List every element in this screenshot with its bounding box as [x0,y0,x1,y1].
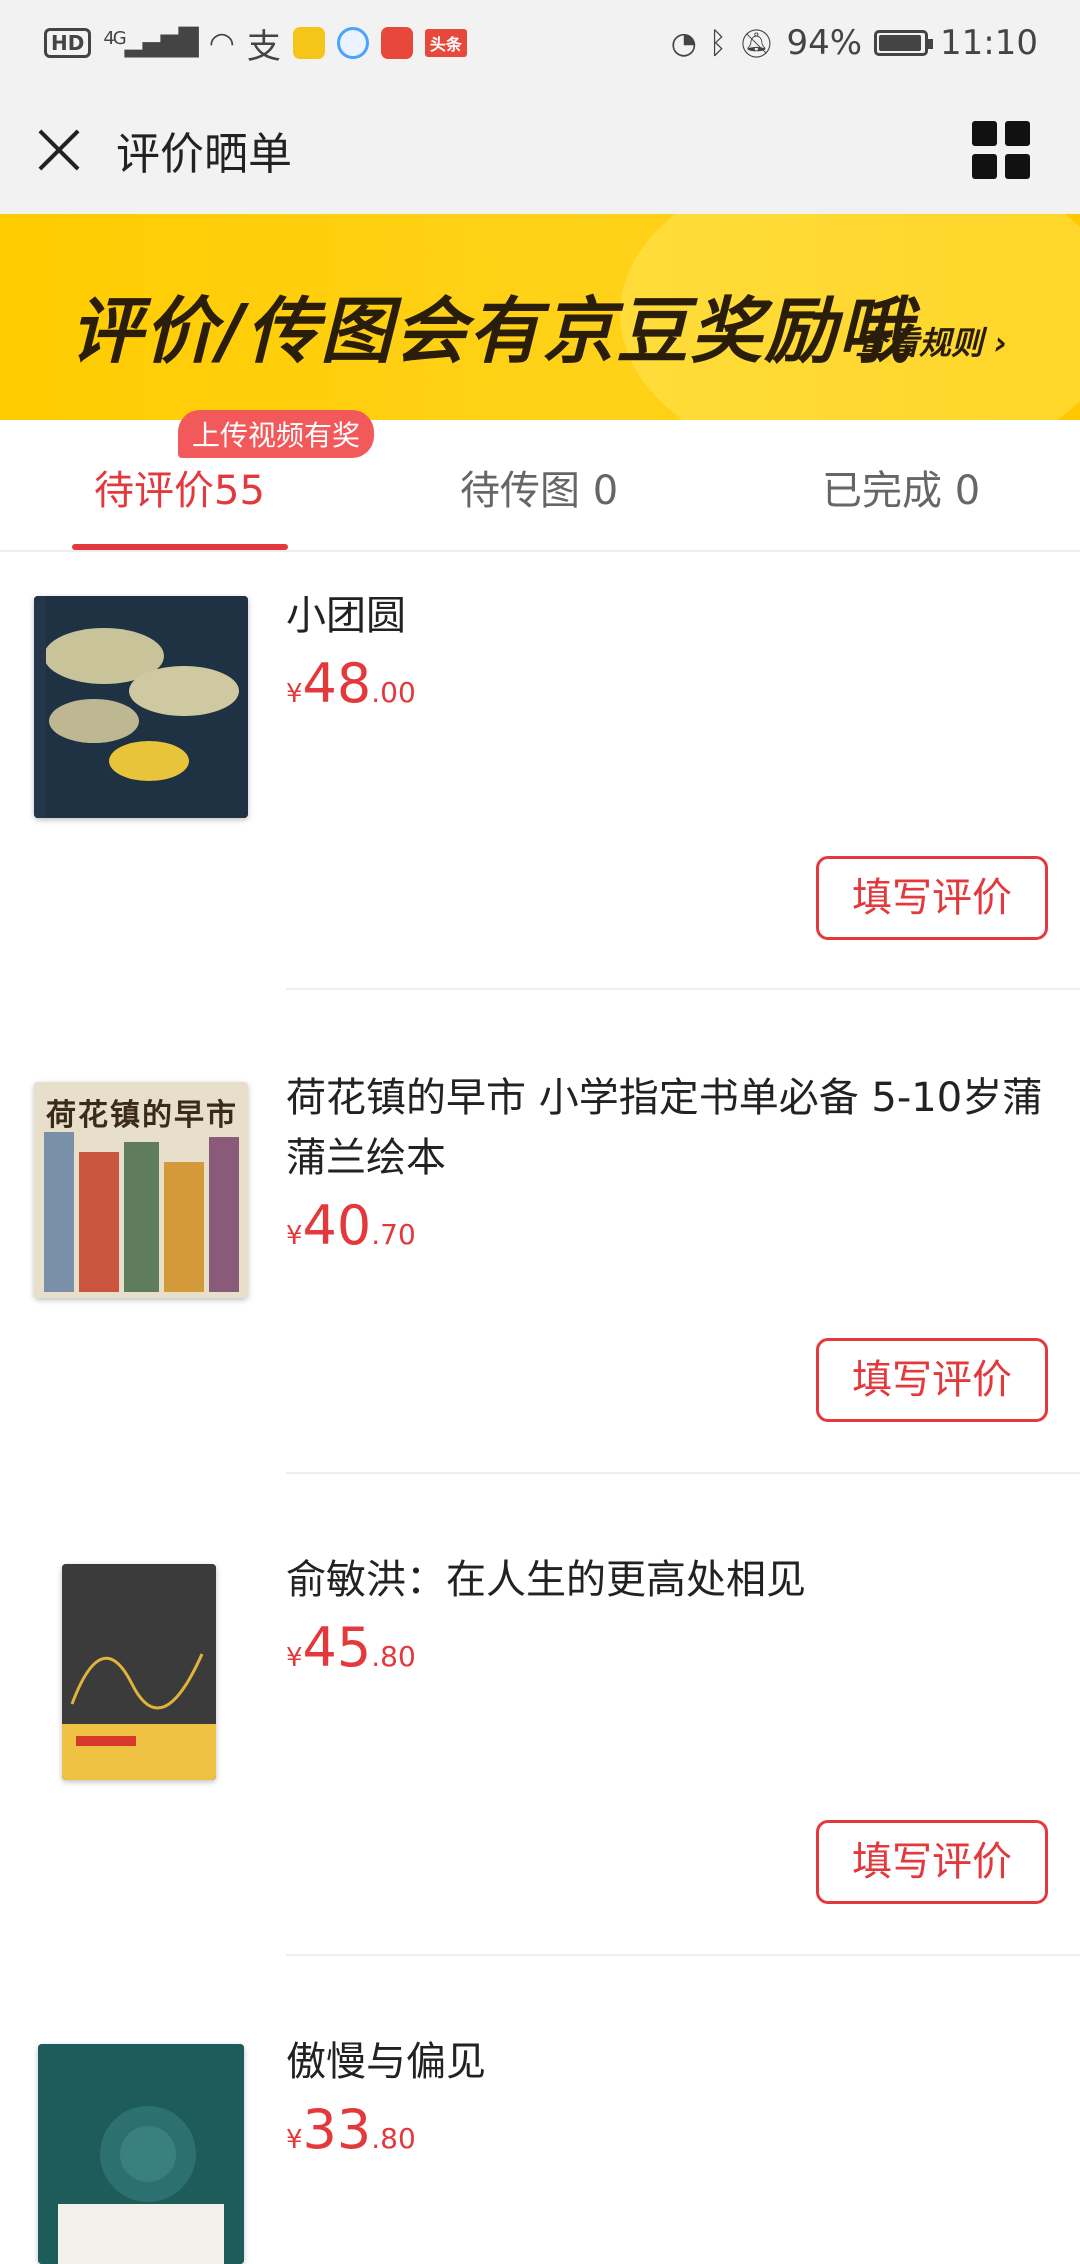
battery-percent: 94% [786,23,863,63]
book-cover-image[interactable]: 荷花镇的早市 [34,1082,248,1298]
product-title[interactable]: 小团圆 [286,586,1046,646]
book-cover-image[interactable] [38,2044,244,2264]
tab-pending-photo[interactable]: 待传图 0 [460,458,618,516]
write-review-button[interactable]: 填写评价 [816,1820,1048,1904]
toutiao-icon: 头条 [424,29,467,57]
product-title[interactable]: 俞敏洪：在人生的更高处相见 [286,1550,1046,1610]
status-left: HD 4G▂▄▆█ ◠ 支 头条 [44,19,467,68]
promo-banner[interactable]: 评价/传图会有京豆奖励哦 查看规则 › [0,214,1080,420]
tab-pending-review[interactable]: 待评价55 [94,458,265,516]
hd-badge: HD [44,28,92,58]
review-tabs: 上传视频有奖 待评价55 待传图 0 已完成 0 [0,410,1080,552]
product-price: ¥40.70 [286,1194,416,1257]
write-review-button[interactable]: 填写评价 [816,1338,1048,1422]
divider [286,988,1080,990]
upload-video-badge: 上传视频有奖 [178,410,375,458]
nav-bar: 评价晒单 [0,86,1080,214]
signal-icon: 4G▂▄▆█ [103,28,198,58]
app-notification-icon [292,27,325,59]
page-title: 评价晒单 [116,129,292,180]
mute-bell-icon: 🔕︎ [738,26,775,60]
bluetooth-icon: ᛒ [708,25,727,61]
wifi-icon: ◠ [208,25,235,61]
product-price: ¥45.80 [286,1616,416,1679]
product-price: ¥48.00 [286,652,416,715]
battery-icon [874,30,934,56]
cover-title: 荷花镇的早市 [46,1098,238,1133]
data-saver-icon: ◔ [670,25,697,61]
product-title[interactable]: 荷花镇的早市 小学指定书单必备 5-10岁蒲蒲兰绘本 [286,1068,1046,1188]
book-cover-image[interactable] [62,1564,216,1780]
qq-browser-icon [336,27,369,59]
grid-menu-icon[interactable] [972,121,1030,179]
clock: 11:10 [940,23,1038,63]
pay-app-icon: 支 [246,26,281,67]
divider [286,1472,1080,1474]
view-rules-link[interactable]: 查看规则 › [855,318,1007,364]
banner-text: 评价/传图会有京豆奖励哦 [70,289,913,373]
close-icon[interactable] [36,127,82,173]
tab-completed[interactable]: 已完成 0 [822,458,980,516]
divider [286,1954,1080,1956]
product-price: ¥33.80 [286,2098,416,2161]
status-right: ◔ ᛒ 🔕︎ 94% 11:10 [671,23,1038,63]
weibo-icon [380,27,413,59]
write-review-button[interactable]: 填写评价 [816,856,1048,940]
book-cover-image[interactable] [34,596,248,818]
product-title[interactable]: 傲慢与偏见 [286,2032,1046,2092]
status-bar: HD 4G▂▄▆█ ◠ 支 头条 ◔ ᛒ 🔕︎ 94% 11:10 [0,0,1080,86]
active-tab-indicator [72,544,288,550]
